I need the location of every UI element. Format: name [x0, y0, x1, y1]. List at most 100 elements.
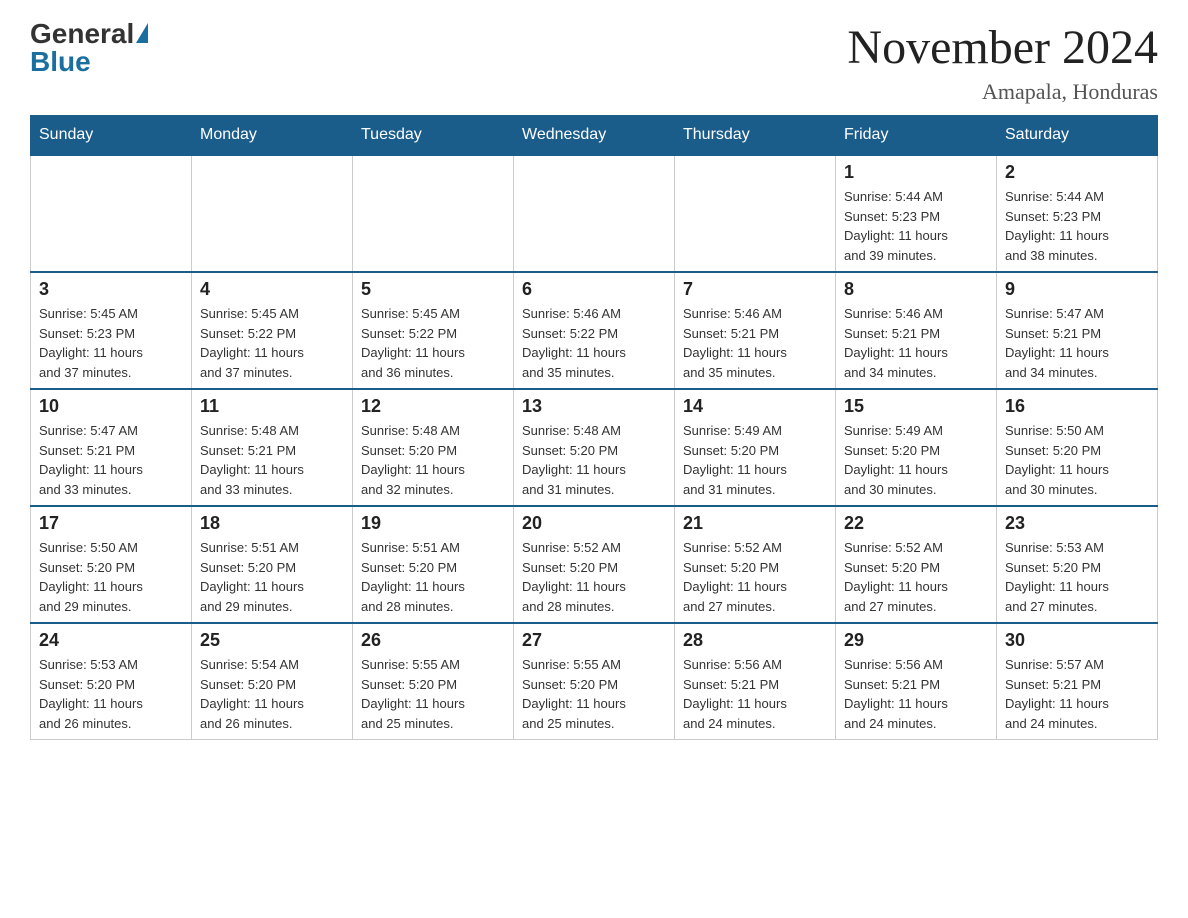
day-number: 30	[1005, 630, 1149, 651]
day-info: Sunrise: 5:44 AM Sunset: 5:23 PM Dayligh…	[1005, 187, 1149, 265]
weekday-header-saturday: Saturday	[997, 116, 1158, 156]
calendar-cell: 3Sunrise: 5:45 AM Sunset: 5:23 PM Daylig…	[31, 272, 192, 389]
weekday-header-friday: Friday	[836, 116, 997, 156]
day-info: Sunrise: 5:47 AM Sunset: 5:21 PM Dayligh…	[1005, 304, 1149, 382]
day-info: Sunrise: 5:52 AM Sunset: 5:20 PM Dayligh…	[844, 538, 988, 616]
page-header: General Blue November 2024 Amapala, Hond…	[30, 20, 1158, 105]
calendar-title: November 2024	[847, 20, 1158, 75]
weekday-header-row: SundayMondayTuesdayWednesdayThursdayFrid…	[31, 116, 1158, 156]
calendar-cell: 21 Sunrise: 5:52 AM Sunset: 5:20 PM Dayli…	[675, 506, 836, 623]
day-number: 27	[522, 630, 666, 651]
day-number: 29	[844, 630, 988, 651]
day-info: Sunrise: 5:56 AM Sunset: 5:21 PM Dayligh…	[683, 655, 827, 733]
day-info: Sunrise: 5:46 AM Sunset: 5:22 PM Dayligh…	[522, 304, 666, 382]
calendar-cell: 9 Sunrise: 5:47 AM Sunset: 5:21 PM Daylig…	[997, 272, 1158, 389]
day-number: 12	[361, 396, 505, 417]
calendar-cell: 17 Sunrise: 5:50 AM Sunset: 5:20 PM Dayli…	[31, 506, 192, 623]
day-info: Sunrise: 5:54 AM Sunset: 5:20 PM Dayligh…	[200, 655, 344, 733]
logo-general-text: General	[30, 20, 134, 48]
calendar-week-row: 10 Sunrise: 5:47 AM Sunset: 5:21 PM Dayli…	[31, 389, 1158, 506]
calendar-cell: 25 Sunrise: 5:54 AM Sunset: 5:20 PM Dayli…	[192, 623, 353, 740]
calendar-cell: 1Sunrise: 5:44 AM Sunset: 5:23 PM Daylig…	[836, 155, 997, 272]
calendar-cell: 20 Sunrise: 5:52 AM Sunset: 5:20 PM Dayli…	[514, 506, 675, 623]
logo-blue-text: Blue	[30, 48, 148, 76]
calendar-cell	[675, 155, 836, 272]
calendar-cell: 2Sunrise: 5:44 AM Sunset: 5:23 PM Daylig…	[997, 155, 1158, 272]
logo-triangle-icon	[136, 23, 148, 43]
calendar-cell: 8Sunrise: 5:46 AM Sunset: 5:21 PM Daylig…	[836, 272, 997, 389]
calendar-cell: 11 Sunrise: 5:48 AM Sunset: 5:21 PM Dayli…	[192, 389, 353, 506]
day-info: Sunrise: 5:56 AM Sunset: 5:21 PM Dayligh…	[844, 655, 988, 733]
calendar-cell: 22 Sunrise: 5:52 AM Sunset: 5:20 PM Dayli…	[836, 506, 997, 623]
calendar-cell: 14Sunrise: 5:49 AM Sunset: 5:20 PM Dayli…	[675, 389, 836, 506]
day-number: 11	[200, 396, 344, 417]
day-number: 9	[1005, 279, 1149, 300]
day-number: 17	[39, 513, 183, 534]
day-info: Sunrise: 5:49 AM Sunset: 5:20 PM Dayligh…	[683, 421, 827, 499]
day-number: 26	[361, 630, 505, 651]
calendar-table: SundayMondayTuesdayWednesdayThursdayFrid…	[30, 115, 1158, 740]
calendar-cell: 15 Sunrise: 5:49 AM Sunset: 5:20 PM Dayli…	[836, 389, 997, 506]
day-number: 6	[522, 279, 666, 300]
calendar-cell: 24 Sunrise: 5:53 AM Sunset: 5:20 PM Dayli…	[31, 623, 192, 740]
day-number: 8	[844, 279, 988, 300]
calendar-cell: 4Sunrise: 5:45 AM Sunset: 5:22 PM Daylig…	[192, 272, 353, 389]
calendar-cell: 10 Sunrise: 5:47 AM Sunset: 5:21 PM Dayli…	[31, 389, 192, 506]
day-number: 23	[1005, 513, 1149, 534]
weekday-header-thursday: Thursday	[675, 116, 836, 156]
calendar-cell: 23Sunrise: 5:53 AM Sunset: 5:20 PM Dayli…	[997, 506, 1158, 623]
weekday-header-tuesday: Tuesday	[353, 116, 514, 156]
calendar-cell: 6 Sunrise: 5:46 AM Sunset: 5:22 PM Daylig…	[514, 272, 675, 389]
calendar-cell: 19 Sunrise: 5:51 AM Sunset: 5:20 PM Dayli…	[353, 506, 514, 623]
day-info: Sunrise: 5:55 AM Sunset: 5:20 PM Dayligh…	[361, 655, 505, 733]
title-area: November 2024 Amapala, Honduras	[847, 20, 1158, 105]
day-number: 15	[844, 396, 988, 417]
day-info: Sunrise: 5:47 AM Sunset: 5:21 PM Dayligh…	[39, 421, 183, 499]
day-number: 18	[200, 513, 344, 534]
day-number: 19	[361, 513, 505, 534]
calendar-cell: 7Sunrise: 5:46 AM Sunset: 5:21 PM Daylig…	[675, 272, 836, 389]
day-info: Sunrise: 5:55 AM Sunset: 5:20 PM Dayligh…	[522, 655, 666, 733]
day-info: Sunrise: 5:44 AM Sunset: 5:23 PM Dayligh…	[844, 187, 988, 265]
day-number: 20	[522, 513, 666, 534]
day-info: Sunrise: 5:48 AM Sunset: 5:20 PM Dayligh…	[522, 421, 666, 499]
weekday-header-wednesday: Wednesday	[514, 116, 675, 156]
day-number: 10	[39, 396, 183, 417]
weekday-header-sunday: Sunday	[31, 116, 192, 156]
day-number: 25	[200, 630, 344, 651]
calendar-cell: 5 Sunrise: 5:45 AM Sunset: 5:22 PM Daylig…	[353, 272, 514, 389]
calendar-cell: 18 Sunrise: 5:51 AM Sunset: 5:20 PM Dayli…	[192, 506, 353, 623]
day-info: Sunrise: 5:48 AM Sunset: 5:21 PM Dayligh…	[200, 421, 344, 499]
calendar-cell: 16 Sunrise: 5:50 AM Sunset: 5:20 PM Dayli…	[997, 389, 1158, 506]
day-info: Sunrise: 5:50 AM Sunset: 5:20 PM Dayligh…	[1005, 421, 1149, 499]
day-info: Sunrise: 5:51 AM Sunset: 5:20 PM Dayligh…	[361, 538, 505, 616]
calendar-cell: 27 Sunrise: 5:55 AM Sunset: 5:20 PM Dayli…	[514, 623, 675, 740]
day-info: Sunrise: 5:52 AM Sunset: 5:20 PM Dayligh…	[522, 538, 666, 616]
calendar-cell: 12Sunrise: 5:48 AM Sunset: 5:20 PM Dayli…	[353, 389, 514, 506]
day-info: Sunrise: 5:49 AM Sunset: 5:20 PM Dayligh…	[844, 421, 988, 499]
day-info: Sunrise: 5:57 AM Sunset: 5:21 PM Dayligh…	[1005, 655, 1149, 733]
day-number: 3	[39, 279, 183, 300]
day-info: Sunrise: 5:51 AM Sunset: 5:20 PM Dayligh…	[200, 538, 344, 616]
day-info: Sunrise: 5:52 AM Sunset: 5:20 PM Dayligh…	[683, 538, 827, 616]
day-number: 21	[683, 513, 827, 534]
calendar-cell	[192, 155, 353, 272]
calendar-week-row: 24 Sunrise: 5:53 AM Sunset: 5:20 PM Dayli…	[31, 623, 1158, 740]
day-number: 16	[1005, 396, 1149, 417]
calendar-cell: 29 Sunrise: 5:56 AM Sunset: 5:21 PM Dayli…	[836, 623, 997, 740]
calendar-cell	[31, 155, 192, 272]
day-number: 13	[522, 396, 666, 417]
day-number: 22	[844, 513, 988, 534]
day-number: 24	[39, 630, 183, 651]
calendar-subtitle: Amapala, Honduras	[847, 79, 1158, 105]
calendar-cell	[353, 155, 514, 272]
calendar-week-row: 3Sunrise: 5:45 AM Sunset: 5:23 PM Daylig…	[31, 272, 1158, 389]
day-number: 5	[361, 279, 505, 300]
day-info: Sunrise: 5:45 AM Sunset: 5:22 PM Dayligh…	[361, 304, 505, 382]
logo: General Blue	[30, 20, 148, 76]
day-info: Sunrise: 5:46 AM Sunset: 5:21 PM Dayligh…	[683, 304, 827, 382]
day-info: Sunrise: 5:53 AM Sunset: 5:20 PM Dayligh…	[39, 655, 183, 733]
logo-text: General Blue	[30, 20, 148, 76]
day-info: Sunrise: 5:50 AM Sunset: 5:20 PM Dayligh…	[39, 538, 183, 616]
day-info: Sunrise: 5:45 AM Sunset: 5:22 PM Dayligh…	[200, 304, 344, 382]
